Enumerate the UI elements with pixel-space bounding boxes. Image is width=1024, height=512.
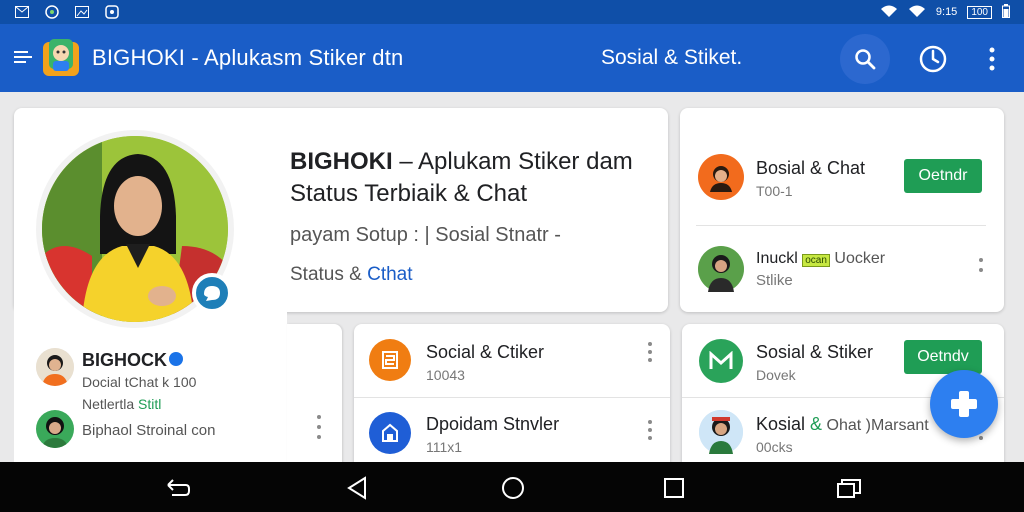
signal-icon	[908, 4, 926, 21]
chat-avatar-3[interactable]	[699, 410, 743, 454]
right-item-2-title: Kosial & Ohat )Marsant	[756, 414, 929, 435]
hero-divider	[668, 148, 669, 294]
timer-icon	[919, 45, 947, 73]
timer-button[interactable]	[914, 40, 952, 78]
hero-meta-tags: Status & Cthat	[290, 264, 413, 286]
chat-avatar-1[interactable]	[698, 154, 744, 200]
photo-icon	[74, 5, 90, 19]
right-item-2-accent: &	[810, 414, 823, 434]
hero-meta-prefix: Status &	[290, 264, 368, 285]
hero-meta-category[interactable]: payam Sotup : | Sosial Stnatr -	[290, 224, 561, 247]
middle-item-1[interactable]: Social & Ctiker 10043	[426, 342, 544, 383]
battery-icon	[1002, 3, 1010, 21]
mail-icon	[14, 5, 30, 19]
middle-item-1-title: Social & Ctiker	[426, 342, 545, 362]
top-right-item-1-sub: T00-1	[756, 183, 793, 199]
plus-icon	[951, 391, 977, 417]
chat-avatar-2[interactable]	[698, 246, 744, 292]
profile-line2-badge: Stitl	[138, 396, 162, 412]
top-right-item-2-more-icon[interactable]	[977, 258, 985, 272]
chat-bubble-icon	[204, 286, 220, 301]
status-bar: 9:15 100	[0, 0, 1024, 24]
top-right-item-1-title: Bosial & Chat	[756, 158, 866, 178]
status-right: 9:15 100	[880, 3, 1010, 21]
back-icon[interactable]	[164, 475, 190, 501]
middle-item-2[interactable]: Dpoidam Stnvler 111x1	[426, 414, 559, 455]
overview-icon[interactable]	[836, 475, 862, 501]
friend-avatar[interactable]	[36, 410, 74, 448]
top-right-item-2-sub: Stlike	[756, 272, 793, 289]
app-bar: BIGHOKI - Aplukasm Stiker dtn Sosial & S…	[0, 24, 1024, 92]
top-right-divider	[696, 225, 986, 226]
middle-item-2-sub: 111x1	[426, 439, 463, 455]
profile-side-strip	[287, 324, 342, 470]
middle-item-2-more-icon[interactable]	[646, 420, 654, 440]
right-item-2-prefix: Kosial	[756, 414, 811, 434]
messenger-app-icon[interactable]	[699, 339, 743, 383]
top-right-item-2-rest: Uocker	[829, 250, 886, 267]
right-item-1[interactable]: Sosial & Stiker Dovek	[756, 342, 873, 383]
top-right-item-2[interactable]: Inuckl ocan Uocker Stlike	[756, 250, 885, 289]
middle-divider	[354, 397, 670, 398]
hero-headline: BIGHOKI – Aplukam Stiker dam Status Terb…	[290, 146, 660, 210]
top-right-item-2-name: Inuckl	[756, 250, 798, 267]
profile-line2-prefix: Netlertla	[82, 396, 139, 412]
hero-meta-accent[interactable]: Cthat	[367, 264, 412, 285]
home-icon[interactable]	[500, 475, 526, 501]
profile-name-row: BIGHOCK	[82, 350, 183, 371]
notification-icon	[104, 5, 120, 19]
right-item-1-title: Sosial & Stiker	[756, 342, 874, 362]
right-item-1-sub: Dovek	[756, 367, 796, 383]
top-right-item-2-badge: ocan	[802, 254, 830, 267]
top-right-item-2-title: Inuckl ocan Uocker	[756, 250, 885, 268]
profile-line1: Docial tChat k 100	[82, 374, 197, 390]
middle-item-1-more-icon[interactable]	[646, 342, 654, 362]
profile-name: BIGHOCK	[82, 350, 167, 370]
friend-label[interactable]: Biphaol Stroinal con	[82, 422, 215, 439]
middle-item-1-sub: 10043	[426, 367, 465, 383]
top-right-action-button[interactable]: Oetndr	[904, 159, 982, 193]
search-button[interactable]	[840, 34, 890, 84]
app-subtitle: Sosial & Stiket.	[601, 46, 743, 69]
add-fab-button[interactable]	[930, 370, 998, 438]
chat-badge[interactable]	[192, 273, 232, 313]
more-options-icon[interactable]	[982, 42, 1002, 76]
wifi-icon	[880, 4, 898, 21]
recents-icon[interactable]	[661, 475, 687, 501]
verified-icon	[169, 352, 183, 367]
strip-more-icon[interactable]	[315, 415, 323, 439]
battery-text: 100	[967, 5, 992, 19]
right-item-2[interactable]: Kosial & Ohat )Marsant 00cks	[756, 414, 929, 455]
profile-line2: Netlertla Stitl	[82, 396, 161, 412]
profile-avatar[interactable]	[36, 348, 74, 386]
right-action-button[interactable]: Oetndv	[904, 340, 982, 374]
hero-headline-brand: BIGHOKI	[290, 148, 393, 175]
right-item-2-sub: 00cks	[756, 439, 793, 455]
status-app-icon[interactable]	[369, 412, 411, 454]
clock-icon	[44, 5, 60, 19]
app-logo-icon	[40, 37, 82, 79]
system-nav-bar	[0, 462, 1024, 512]
menu-icon[interactable]	[14, 48, 32, 68]
nav-back-triangle-icon[interactable]	[344, 475, 370, 501]
top-right-item-1[interactable]: Bosial & Chat T00-1	[756, 158, 865, 199]
right-item-2-rest: Ohat )Marsant	[822, 417, 929, 434]
search-icon	[855, 49, 876, 70]
status-time: 9:15	[935, 6, 958, 18]
sticker-app-icon[interactable]	[369, 339, 411, 381]
app-title: BIGHOKI - Aplukasm Stiker dtn	[92, 45, 404, 70]
middle-item-2-title: Dpoidam Stnvler	[426, 414, 560, 434]
